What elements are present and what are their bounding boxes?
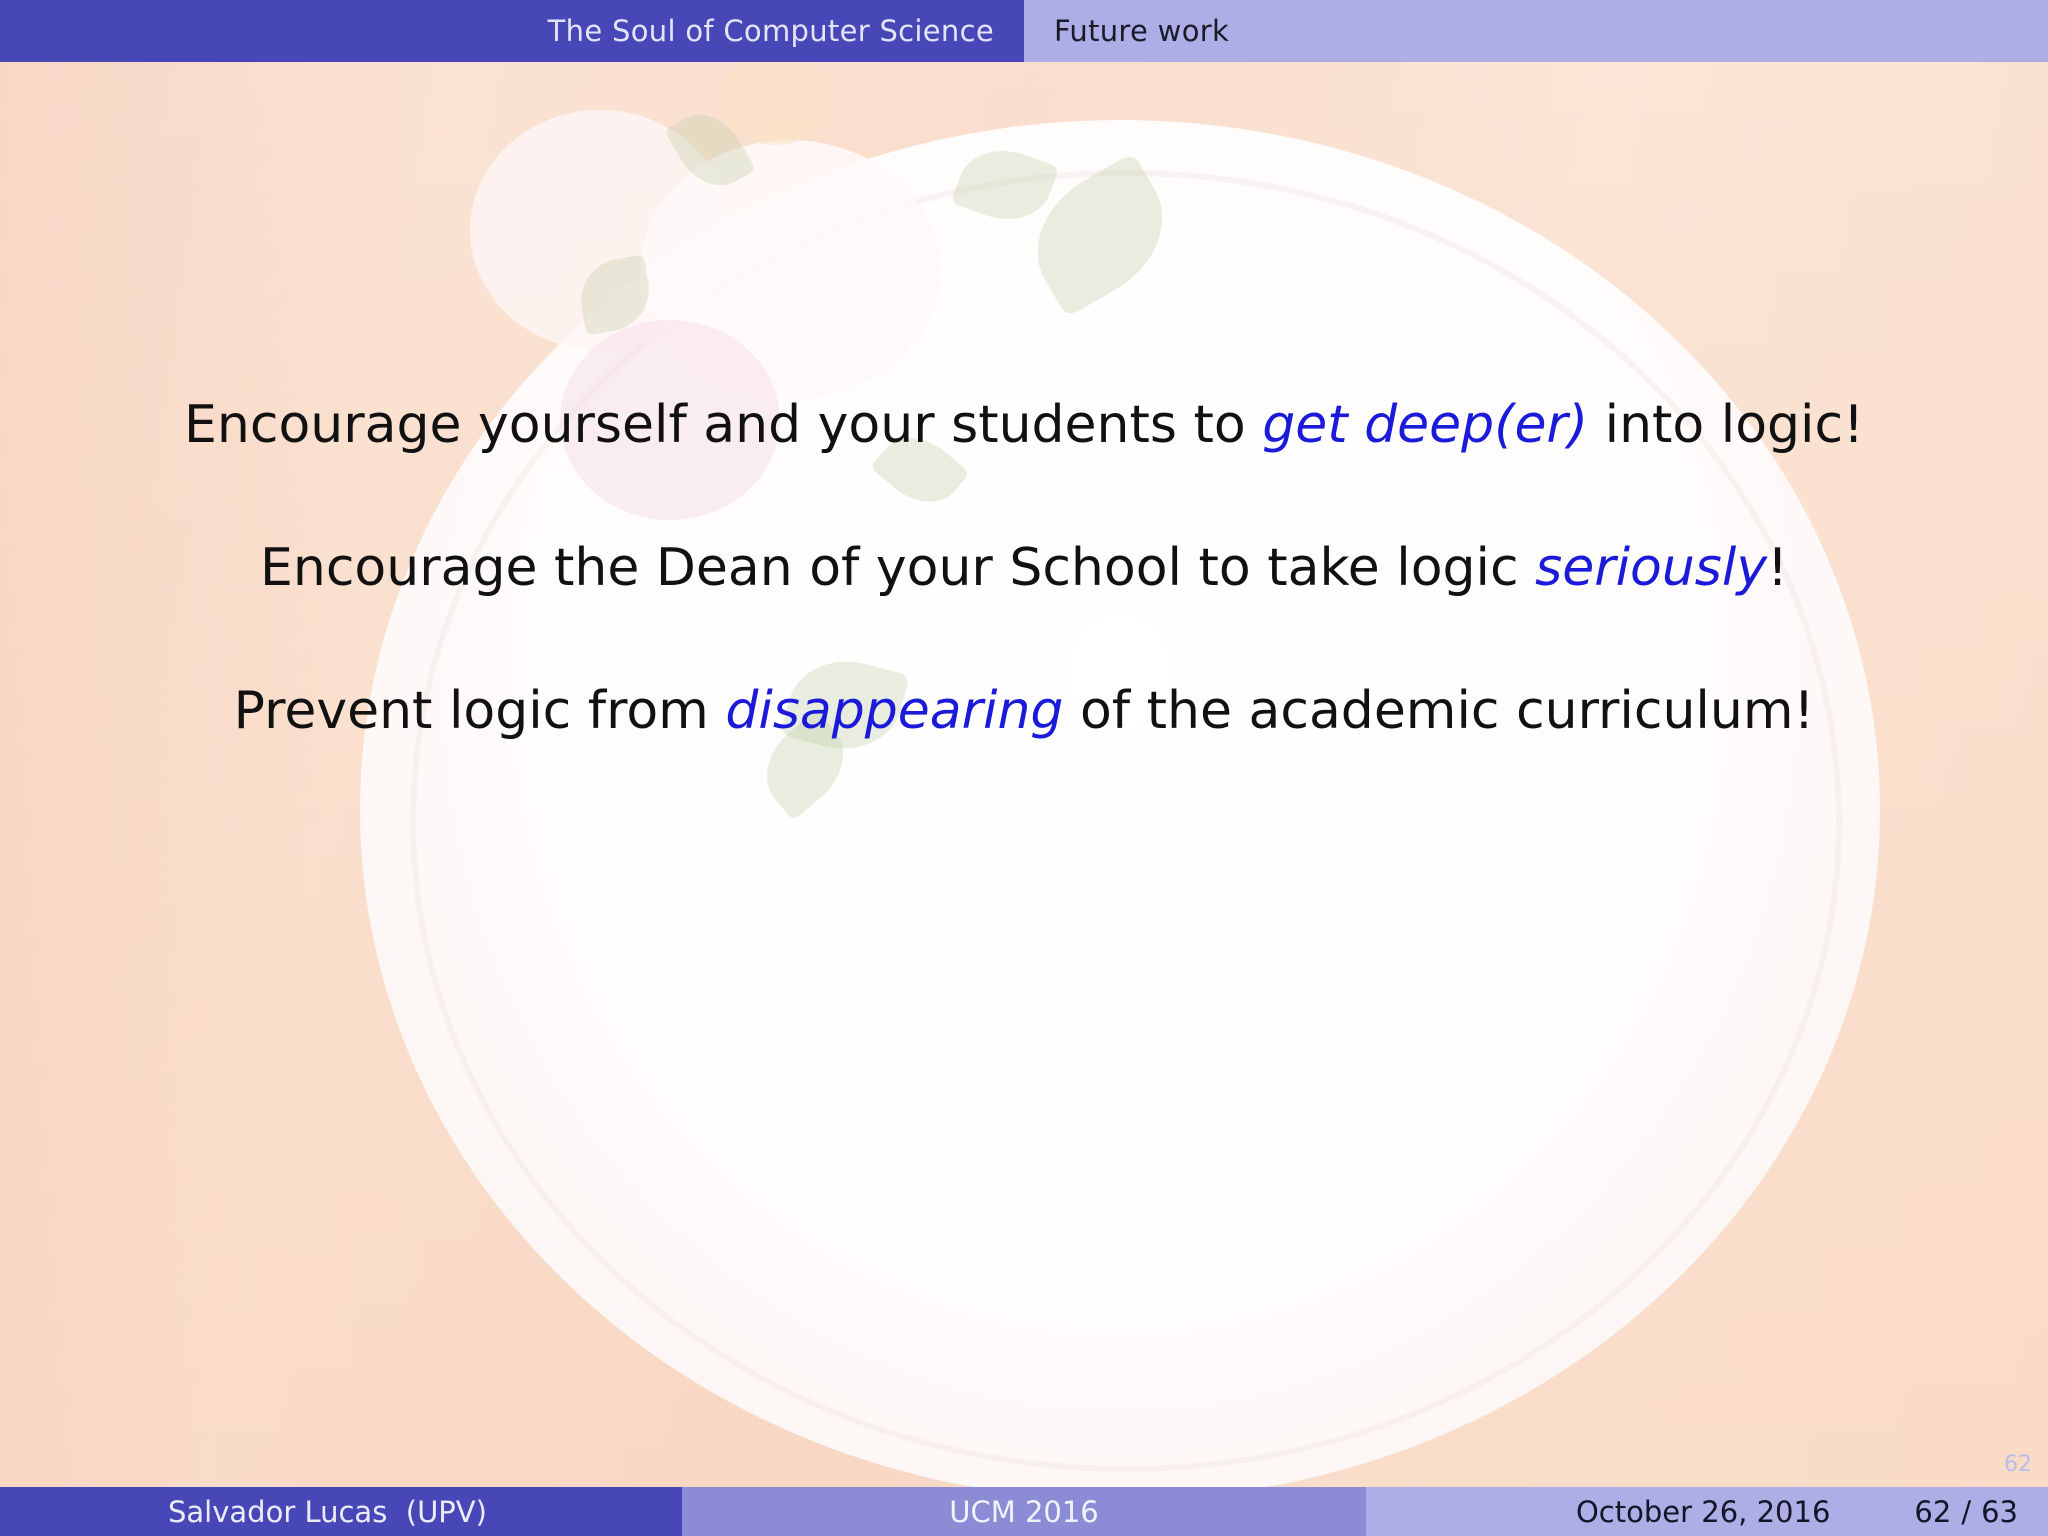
statement-line: Encourage yourself and your students to …	[0, 395, 2048, 455]
statement-text: into logic!	[1588, 395, 1864, 455]
slide-body: Encourage yourself and your students to …	[0, 0, 2048, 1536]
statement-text: Encourage the Dean of your School to tak…	[260, 538, 1536, 598]
footer-venue-panel: UCM 2016	[682, 1487, 1366, 1536]
header-bar: The Soul of Computer Science Future work	[0, 0, 2048, 62]
footer-author: Salvador Lucas (UPV)	[168, 1494, 487, 1529]
statement-emphasis: disappearing	[725, 681, 1064, 741]
header-section-panel[interactable]: The Soul of Computer Science	[0, 0, 1024, 62]
statement-emphasis: get deep(er)	[1262, 395, 1589, 455]
footer-date-panel: October 26, 2016 62 / 63	[1366, 1487, 2048, 1536]
header-subsection-panel[interactable]: Future work	[1024, 0, 2048, 62]
footer-author-panel: Salvador Lucas (UPV)	[0, 1487, 682, 1536]
footer-page-current: 62	[1914, 1494, 1952, 1529]
statement-text: of the academic curriculum!	[1063, 681, 1815, 741]
statement-line: Encourage the Dean of your School to tak…	[0, 538, 2048, 598]
footer-date: October 26, 2016	[1575, 1494, 1831, 1529]
footer-page-total: 63	[1981, 1494, 2018, 1529]
slide: The Soul of Computer Science Future work…	[0, 0, 2048, 1536]
statement-text: Encourage yourself and your students to	[184, 395, 1263, 455]
statement-text: Prevent logic from	[233, 681, 726, 741]
footer-bar: Salvador Lucas (UPV) UCM 2016 October 26…	[0, 1487, 2048, 1536]
statement-line: Prevent logic from disappearing of the a…	[0, 681, 2048, 741]
footer-page-separator: /	[1961, 1494, 1972, 1529]
statement-emphasis: seriously	[1535, 538, 1768, 598]
footer-venue: UCM 2016	[949, 1494, 1099, 1529]
header-section-title[interactable]: The Soul of Computer Science	[548, 14, 994, 48]
header-subsection-title[interactable]: Future work	[1054, 14, 1229, 48]
page-marker: 62	[2004, 1452, 2032, 1477]
statement-text: !	[1767, 538, 1788, 598]
